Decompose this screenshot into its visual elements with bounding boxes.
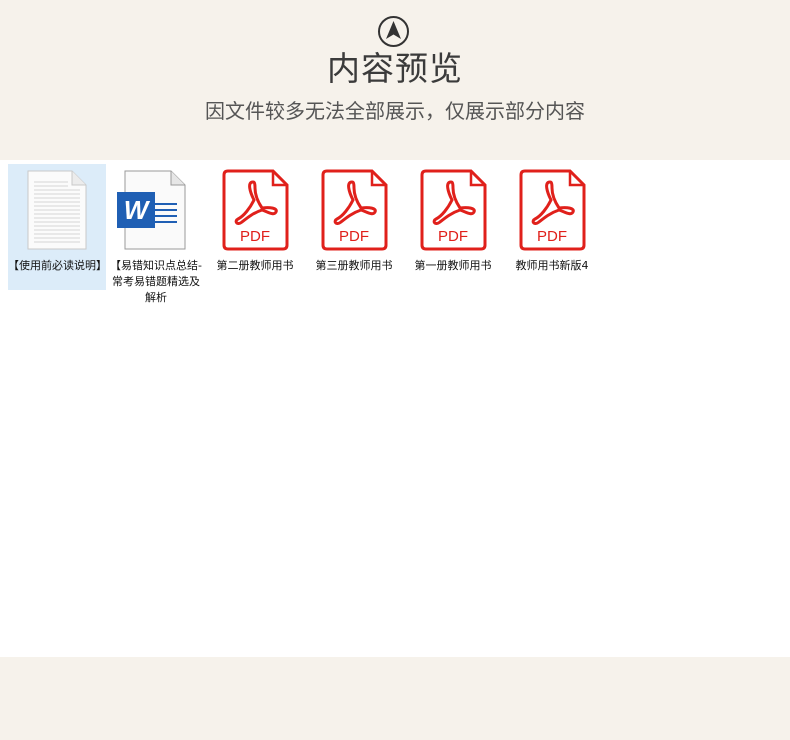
file-name: 【使用前必读说明】 [8,259,107,272]
file-name: 教师用书新版4 [515,259,589,272]
file-item[interactable]: 【使用前必读说明】 [8,164,107,290]
pdf-icon: PDF [519,169,586,251]
word-document-icon: W [117,170,186,250]
page-subtitle: 因文件较多无法全部展示，仅展示部分内容 [205,99,585,123]
pdf-icon: PDF [321,169,388,251]
navigation-arrow-icon[interactable] [377,15,410,48]
file-name: 第二册教师用书 [216,259,294,272]
svg-text:PDF: PDF [240,228,270,245]
page-title: 内容预览 [327,49,463,88]
svg-text:PDF: PDF [438,228,468,245]
svg-text:PDF: PDF [537,228,567,245]
pdf-icon: PDF [222,169,289,251]
svg-text:PDF: PDF [339,228,369,245]
file-grid: 【使用前必读说明】 W 【易错知识点总结-常考易错题精选及解析 PDF 第二册教… [0,160,790,657]
svg-text:W: W [124,195,151,225]
file-name: 【易错知识点总结-常考易错题精选及解析 [110,259,202,304]
preview-footer [0,657,790,740]
text-document-icon [27,170,87,250]
file-name: 第三册教师用书 [315,259,393,272]
pdf-icon: PDF [420,169,487,251]
file-name: 第一册教师用书 [414,259,492,272]
preview-header: 内容预览 因文件较多无法全部展示，仅展示部分内容 [0,0,790,160]
